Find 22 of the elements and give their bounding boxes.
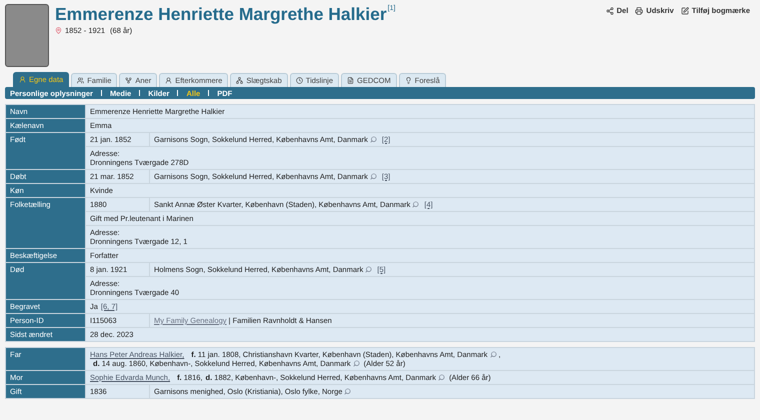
search-icon[interactable]: [344, 388, 352, 395]
printer-icon: [635, 6, 644, 14]
search-icon[interactable]: [438, 374, 446, 381]
search-icon[interactable]: [370, 136, 377, 143]
clock-icon: [296, 77, 303, 84]
photo-placeholder: [5, 4, 49, 67]
search-icon[interactable]: [352, 360, 360, 367]
share-icon: [606, 6, 614, 14]
search-icon[interactable]: [412, 201, 420, 208]
search-icon[interactable]: [370, 173, 377, 180]
person-icon: [19, 76, 26, 83]
network-icon: [236, 77, 244, 84]
person-name: Emmerenze Henriette Margrethe Halkier: [55, 4, 387, 24]
pencil-icon: [680, 6, 689, 14]
person-icon: [165, 77, 172, 84]
search-icon[interactable]: [365, 266, 372, 273]
search-icon[interactable]: [490, 351, 496, 358]
people-icon: [77, 77, 84, 84]
document-icon: [347, 77, 354, 84]
location-pin-icon: [55, 27, 62, 34]
lightbulb-icon: [404, 77, 412, 84]
tree-icon: [125, 77, 132, 84]
